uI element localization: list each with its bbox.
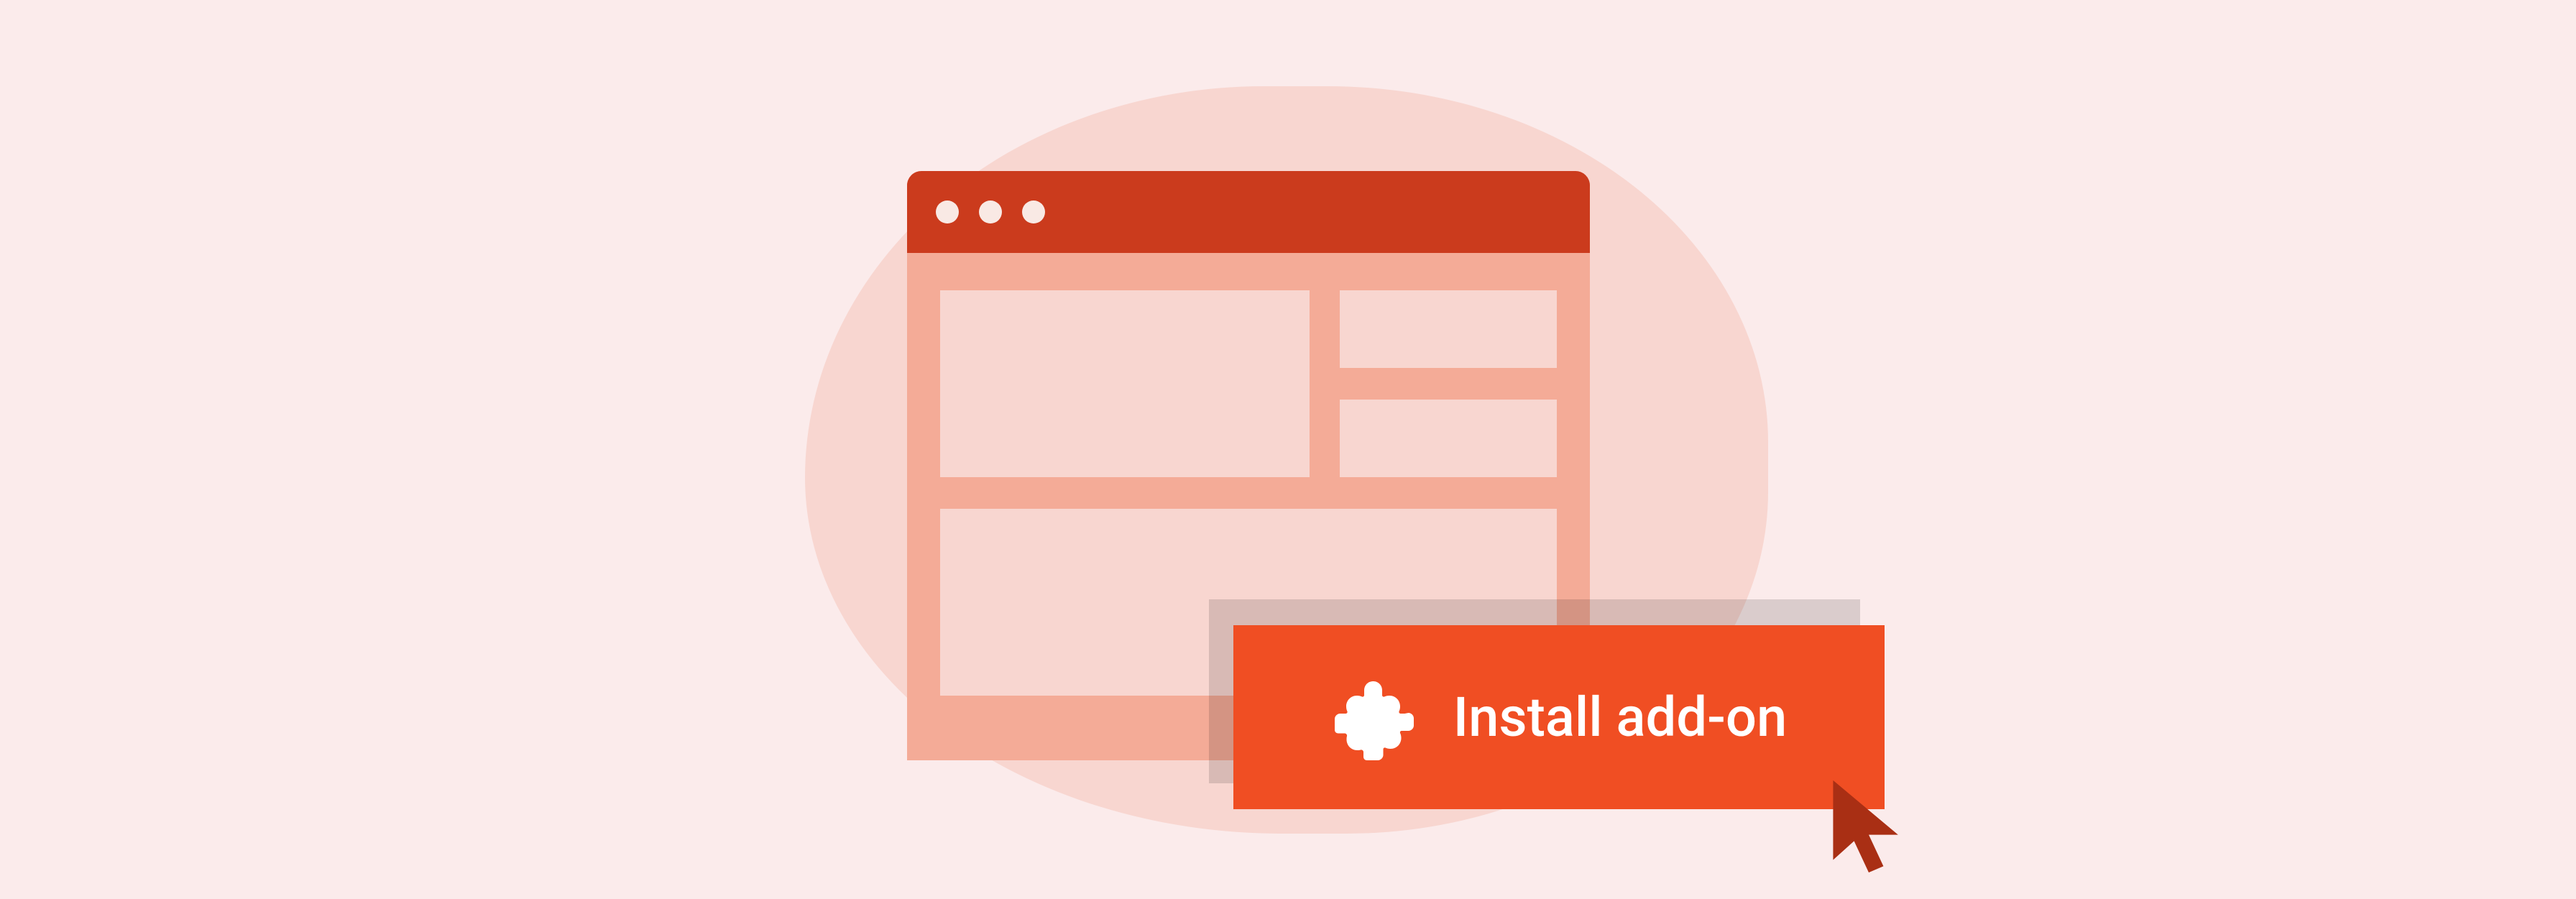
window-control-dot — [1022, 200, 1045, 223]
browser-titlebar — [907, 171, 1590, 253]
content-panel — [1340, 290, 1557, 368]
illustration-stage: Install add-on — [0, 0, 2576, 899]
cursor-icon — [1826, 776, 1912, 877]
window-control-dot — [979, 200, 1002, 223]
puzzle-piece-icon — [1331, 674, 1417, 760]
window-control-dot — [936, 200, 959, 223]
content-panel — [940, 290, 1310, 477]
install-addon-button[interactable]: Install add-on — [1233, 625, 1885, 809]
install-button-label: Install add-on — [1453, 685, 1788, 750]
content-panel — [1340, 400, 1557, 477]
